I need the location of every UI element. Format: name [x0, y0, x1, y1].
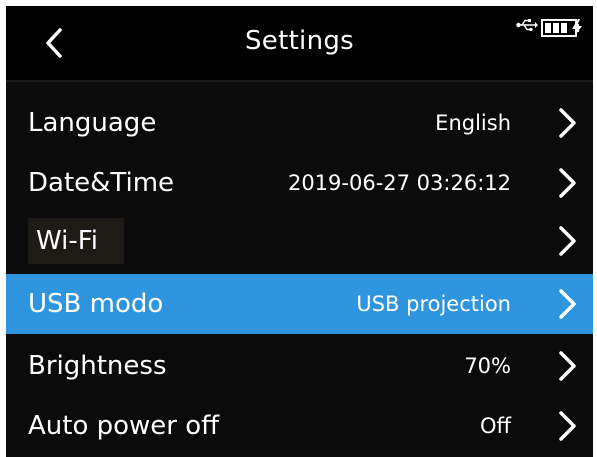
chevron-right-icon — [559, 226, 576, 256]
chevron-right-icon — [559, 351, 576, 381]
settings-row-auto-power-off[interactable]: Auto power off Off — [6, 397, 593, 455]
chevron-right-icon — [559, 168, 576, 198]
settings-row-date-time[interactable]: Date&Time 2019-06-27 03:26:12 — [6, 154, 593, 212]
row-label: Language — [28, 108, 157, 138]
settings-row-usb-mode[interactable]: USB modo USB projection — [6, 274, 593, 334]
device-screen: Settings Language English Date&Time 2019… — [6, 6, 593, 457]
row-value: USB projection — [356, 292, 511, 316]
row-label: Date&Time — [28, 168, 175, 198]
row-value: 2019-06-27 03:26:12 — [287, 171, 511, 195]
row-label: Wi-Fi — [36, 226, 99, 256]
row-label: Auto power off — [28, 411, 220, 441]
row-value: 70% — [464, 354, 511, 378]
row-value: English — [435, 111, 511, 135]
header-divider — [6, 80, 593, 82]
chevron-right-icon — [559, 108, 576, 138]
row-label: USB modo — [28, 289, 164, 319]
battery-charging-icon — [541, 19, 582, 37]
usb-icon — [516, 19, 538, 32]
settings-row-wifi[interactable]: Wi-Fi — [6, 212, 593, 270]
chevron-right-icon — [559, 411, 576, 441]
header-bar: Settings — [6, 6, 593, 80]
chevron-right-icon — [559, 289, 576, 319]
settings-row-brightness[interactable]: Brightness 70% — [6, 337, 593, 395]
page-title: Settings — [244, 26, 355, 56]
row-value: Off — [480, 414, 511, 438]
row-label: Brightness — [28, 351, 167, 381]
settings-row-language[interactable]: Language English — [6, 94, 593, 152]
